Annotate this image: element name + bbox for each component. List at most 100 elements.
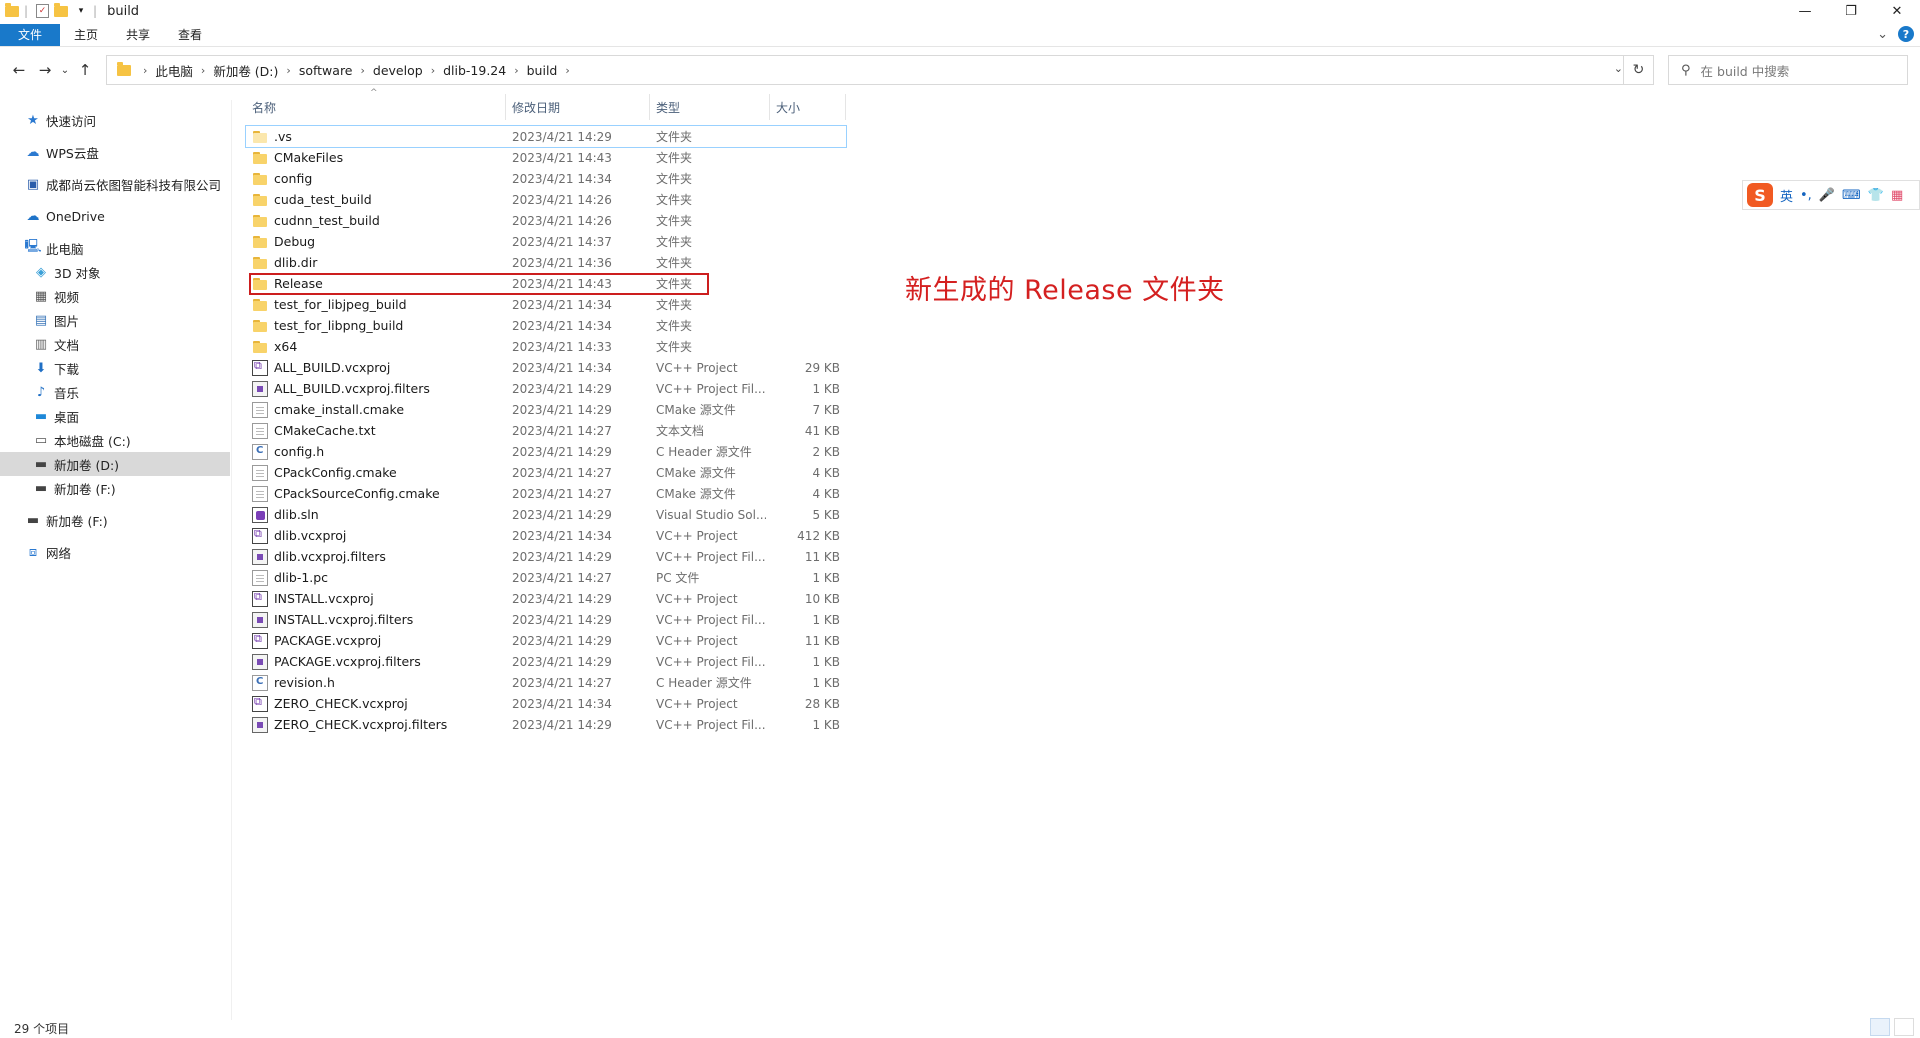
ime-toolbar: S 英 •, 🎤 ⌨ 👕 ▦ <box>1742 180 1920 210</box>
file-row[interactable]: revision.h 2023/4/21 14:27 C Header 源文件 1 K… <box>246 672 846 693</box>
breadcrumb-develop[interactable]: develop <box>373 63 423 78</box>
file-row[interactable]: dlib.vcxproj 2023/4/21 14:34 VC++ Project 4… <box>246 525 846 546</box>
sidebar-item[interactable]: ▥ 文档 <box>0 332 230 356</box>
sidebar-item[interactable]: ▬ 新加卷 (F:) <box>0 508 230 532</box>
breadcrumb-this-pc[interactable]: 此电脑 <box>155 61 193 80</box>
column-size-header[interactable]: 大小 <box>770 94 846 120</box>
toolbox-icon[interactable]: ▦ <box>1891 188 1903 203</box>
file-row[interactable]: INSTALL.vcxproj 2023/4/21 14:29 VC++ Proje… <box>246 588 846 609</box>
back-button[interactable]: ← <box>6 57 32 83</box>
microphone-icon[interactable]: 🎤 <box>1819 188 1835 203</box>
column-name-header[interactable]: 名称 <box>246 94 506 120</box>
file-row[interactable]: Debug 2023/4/21 14:37 文件夹 <box>246 231 846 252</box>
minimize-button[interactable]: — <box>1782 0 1828 22</box>
customize-toolbar-icon[interactable]: ▾ <box>73 3 89 19</box>
details-view-button[interactable] <box>1870 1018 1890 1036</box>
up-button[interactable]: ↑ <box>72 57 98 83</box>
file-row[interactable]: ZERO_CHECK.vcxproj 2023/4/21 14:34 VC++ Pr… <box>246 693 846 714</box>
file-row[interactable]: cudnn_test_build 2023/4/21 14:26 文件夹 <box>246 210 846 231</box>
file-row[interactable]: dlib.sln 2023/4/21 14:29 Visual Studio Sol… <box>246 504 846 525</box>
file-row[interactable]: config 2023/4/21 14:34 文件夹 <box>246 168 846 189</box>
large-icons-view-button[interactable] <box>1894 1018 1914 1036</box>
file-row[interactable]: PACKAGE.vcxproj 2023/4/21 14:29 VC++ Proje… <box>246 630 846 651</box>
tab-home[interactable]: 主页 <box>60 24 112 46</box>
file-name-cell: cmake_install.cmake <box>246 401 506 418</box>
recent-locations-button[interactable]: ⌄ <box>58 57 72 83</box>
file-row[interactable]: .vs 2023/4/21 14:29 文件夹 <box>245 125 847 148</box>
file-row[interactable]: config.h 2023/4/21 14:29 C Header 源文件 2 KB <box>246 441 846 462</box>
breadcrumb-software[interactable]: software <box>299 63 353 78</box>
file-row[interactable]: CMakeFiles 2023/4/21 14:43 文件夹 <box>246 147 846 168</box>
breadcrumb-chevron-icon[interactable]: › <box>286 64 290 77</box>
breadcrumb-dlib[interactable]: dlib-19.24 <box>443 63 506 78</box>
sidebar-item[interactable]: 🖳 此电脑 <box>0 236 230 260</box>
file-row[interactable]: INSTALL.vcxproj.filters 2023/4/21 14:29 VC… <box>246 609 846 630</box>
sidebar-item[interactable]: ⧈ 网络 <box>0 540 230 564</box>
address-bar[interactable]: › 此电脑 › 新加卷 (D:) › software › develop › … <box>106 55 1654 85</box>
sidebar-item[interactable]: ⬇ 下载 <box>0 356 230 380</box>
tab-file[interactable]: 文件 <box>0 23 61 46</box>
sidebar-item[interactable]: ▣ 成都尚云依图智能科技有限公司 <box>0 172 230 196</box>
sidebar-item[interactable]: ▭ 本地磁盘 (C:) <box>0 428 230 452</box>
file-row[interactable]: CPackConfig.cmake 2023/4/21 14:27 CMake 源文… <box>246 462 846 483</box>
file-row[interactable]: test_for_libpng_build 2023/4/21 14:34 文件夹 <box>246 315 846 336</box>
breadcrumb-chevron-icon[interactable]: › <box>361 64 365 77</box>
expand-ribbon-icon[interactable]: ⌄ <box>1877 27 1888 42</box>
column-type-header[interactable]: 类型 <box>650 94 770 120</box>
address-dropdown-icon[interactable]: ⌄ <box>1614 62 1623 75</box>
file-row[interactable]: x64 2023/4/21 14:33 文件夹 <box>246 336 846 357</box>
sidebar-item[interactable]: ▬ 桌面 <box>0 404 230 428</box>
ime-punctuation-toggle[interactable]: •, <box>1800 188 1812 203</box>
file-row[interactable]: ZERO_CHECK.vcxproj.filters 2023/4/21 14:2… <box>246 714 846 735</box>
file-row[interactable]: CMakeCache.txt 2023/4/21 14:27 文本文档 41 KB <box>246 420 846 441</box>
file-row[interactable]: dlib.dir 2023/4/21 14:36 文件夹 <box>246 252 846 273</box>
file-type: VC++ Project Fil... <box>656 381 766 396</box>
properties-icon[interactable]: ✓ <box>36 4 50 18</box>
new-folder-icon[interactable] <box>53 2 69 19</box>
file-name-cell: ZERO_CHECK.vcxproj <box>246 695 506 712</box>
file-name: CMakeCache.txt <box>274 423 376 438</box>
tab-share[interactable]: 共享 <box>112 24 164 46</box>
close-button[interactable]: ✕ <box>1874 0 1920 22</box>
tab-view[interactable]: 查看 <box>164 24 216 46</box>
ime-language-toggle[interactable]: 英 <box>1780 186 1793 205</box>
sidebar-item[interactable]: ☁ OneDrive <box>0 204 230 228</box>
file-name-cell: CPackConfig.cmake <box>246 464 506 481</box>
sidebar-item[interactable]: ☁ WPS云盘 <box>0 140 230 164</box>
file-row[interactable]: test_for_libjpeg_build 2023/4/21 14:34 文件夹 <box>246 294 846 315</box>
skin-icon[interactable]: 👕 <box>1868 188 1884 203</box>
file-row[interactable]: cuda_test_build 2023/4/21 14:26 文件夹 <box>246 189 846 210</box>
sidebar-item[interactable]: ▬ 新加卷 (D:) <box>0 452 230 476</box>
file-row[interactable]: CPackSourceConfig.cmake 2023/4/21 14:27 CM… <box>246 483 846 504</box>
file-row[interactable]: dlib-1.pc 2023/4/21 14:27 PC 文件 1 KB <box>246 567 846 588</box>
restore-button[interactable]: ❐ <box>1828 0 1874 22</box>
breadcrumb-drive-d[interactable]: 新加卷 (D:) <box>213 61 278 80</box>
breadcrumb-build[interactable]: build <box>527 63 558 78</box>
sogou-logo-icon[interactable]: S <box>1747 183 1773 207</box>
sidebar-item[interactable]: ◈ 3D 对象 <box>0 260 230 284</box>
sidebar-item[interactable]: ▤ 图片 <box>0 308 230 332</box>
file-date: 2023/4/21 14:29 <box>512 654 612 669</box>
help-icon[interactable]: ? <box>1898 26 1914 42</box>
file-name-cell: cudnn_test_build <box>246 213 506 229</box>
breadcrumb-chevron-icon[interactable]: › <box>565 64 569 77</box>
forward-button[interactable]: → <box>32 57 58 83</box>
file-row[interactable]: ALL_BUILD.vcxproj.filters 2023/4/21 14:29… <box>246 378 846 399</box>
sidebar-item[interactable]: ▦ 视频 <box>0 284 230 308</box>
sidebar-item[interactable]: ♪ 音乐 <box>0 380 230 404</box>
file-row[interactable]: PACKAGE.vcxproj.filters 2023/4/21 14:29 VC… <box>246 651 846 672</box>
keyboard-icon[interactable]: ⌨ <box>1842 188 1861 203</box>
file-row[interactable]: dlib.vcxproj.filters 2023/4/21 14:29 VC++ … <box>246 546 846 567</box>
sidebar-item[interactable]: ★ 快速访问 <box>0 108 230 132</box>
file-type: VC++ Project <box>656 360 738 375</box>
breadcrumb-chevron-icon[interactable]: › <box>143 64 147 77</box>
breadcrumb-chevron-icon[interactable]: › <box>201 64 205 77</box>
file-row[interactable]: cmake_install.cmake 2023/4/21 14:29 CMake … <box>246 399 846 420</box>
search-input[interactable]: ⚲ 在 build 中搜索 <box>1668 55 1908 85</box>
column-date-header[interactable]: 修改日期 <box>506 94 650 120</box>
sidebar-item[interactable]: ▬ 新加卷 (F:) <box>0 476 230 500</box>
file-row[interactable]: ALL_BUILD.vcxproj 2023/4/21 14:34 VC++ Pro… <box>246 357 846 378</box>
breadcrumb-chevron-icon[interactable]: › <box>431 64 435 77</box>
refresh-button[interactable]: ↻ <box>1623 56 1653 84</box>
breadcrumb-chevron-icon[interactable]: › <box>514 64 518 77</box>
